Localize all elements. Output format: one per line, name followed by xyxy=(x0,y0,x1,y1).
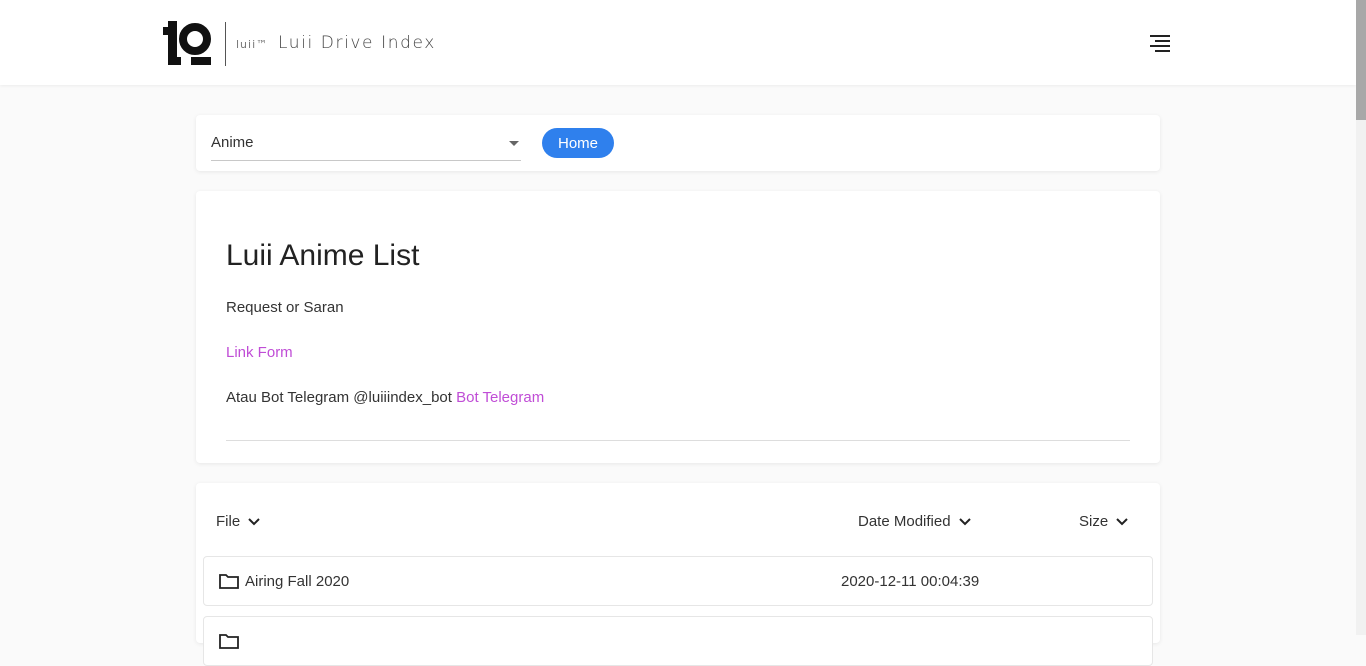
luii-logo-icon[interactable] xyxy=(162,21,214,67)
link-form-link[interactable]: Link Form xyxy=(226,344,293,361)
readme-title: Luii Anime List xyxy=(226,239,420,272)
sort-size-header[interactable]: Size xyxy=(1079,513,1128,530)
file-column-label: File xyxy=(216,513,241,530)
bot-telegram-link[interactable]: Bot Telegram xyxy=(456,389,544,406)
drive-select[interactable]: Anime xyxy=(211,129,521,161)
home-button[interactable]: Home xyxy=(542,128,614,158)
logo-wordmark: luii™ xyxy=(236,38,269,51)
file-row[interactable]: Airing Fall 2020 2020-12-11 00:04:39 xyxy=(203,556,1153,606)
file-row[interactable] xyxy=(203,616,1153,666)
chevron-down-icon xyxy=(1116,517,1128,525)
readme-request-text: Request or Saran xyxy=(226,299,344,316)
folder-icon xyxy=(219,574,239,589)
size-column-label: Size xyxy=(1079,513,1109,530)
readme-divider xyxy=(226,440,1130,441)
date-column-label: Date Modified xyxy=(858,513,951,530)
caret-down-icon xyxy=(509,141,519,146)
folder-icon xyxy=(219,634,239,649)
readme-card: Luii Anime List Request or Saran Link Fo… xyxy=(196,191,1160,463)
readme-link-line: Link Form xyxy=(226,344,293,361)
file-date: 2020-12-11 00:04:39 xyxy=(841,573,980,590)
readme-bot-line: Atau Bot Telegram @luiiindex_bot Bot Tel… xyxy=(226,389,544,406)
menu-icon[interactable] xyxy=(1146,32,1174,56)
sort-date-header[interactable]: Date Modified xyxy=(858,513,971,530)
chevron-down-icon xyxy=(248,517,260,525)
scrollbar[interactable] xyxy=(1356,0,1366,635)
site-title[interactable]: Luii Drive Index xyxy=(278,33,436,53)
file-list-card: File Date Modified Size Airing Fall 2020… xyxy=(196,483,1160,666)
sort-file-header[interactable]: File xyxy=(216,513,260,530)
scrollbar-thumb[interactable] xyxy=(1356,0,1366,120)
drive-select-value: Anime xyxy=(211,134,254,151)
chevron-down-icon xyxy=(958,517,971,525)
logo-divider xyxy=(225,22,226,66)
file-name: Airing Fall 2020 xyxy=(245,573,350,590)
nav-card: Anime Home xyxy=(196,115,1160,171)
app-header: luii™ Luii Drive Index xyxy=(0,0,1356,85)
readme-bot-text: Atau Bot Telegram @luiiindex_bot xyxy=(226,389,452,406)
